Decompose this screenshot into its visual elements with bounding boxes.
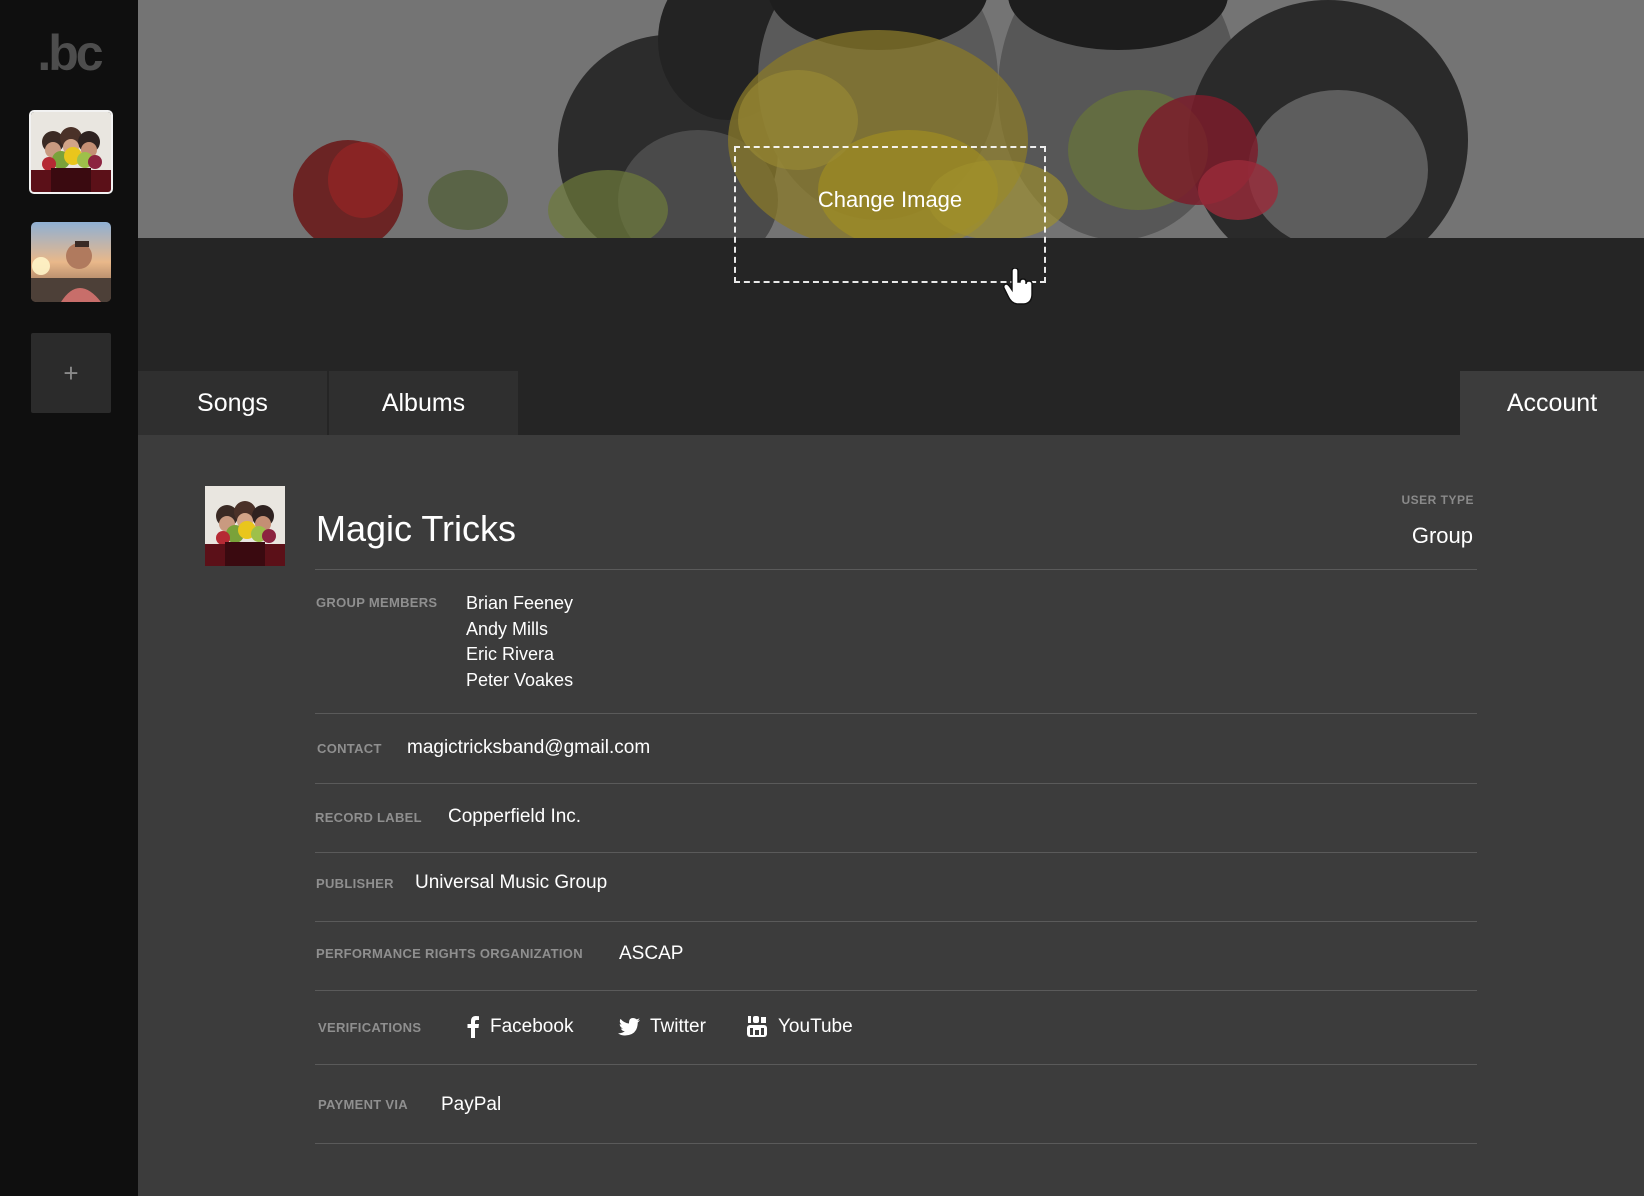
group-member[interactable]: Eric Rivera [466, 642, 573, 668]
divider [315, 1143, 1477, 1144]
twitter-icon [618, 1018, 640, 1036]
tab-account[interactable]: Account [1460, 371, 1644, 435]
divider [315, 1064, 1477, 1065]
group-member[interactable]: Brian Feeney [466, 591, 573, 617]
twitter-label: Twitter [650, 1016, 706, 1037]
avatar [205, 486, 285, 566]
group-members-list: Brian Feeney Andy Mills Eric Rivera Pete… [466, 591, 573, 693]
group-member[interactable]: Peter Voakes [466, 668, 573, 694]
payment-value[interactable]: PayPal [441, 1094, 501, 1116]
payment-label: PAYMENT VIA [318, 1097, 408, 1112]
facebook-label: Facebook [490, 1016, 574, 1037]
user-type-label: USER TYPE [1401, 493, 1474, 507]
record-label-label: RECORD LABEL [315, 810, 422, 825]
divider [315, 713, 1477, 714]
contact-value[interactable]: magictricksband@gmail.com [407, 737, 650, 759]
sidebar: .bc + [0, 0, 138, 1196]
group-members-label: GROUP MEMBERS [316, 595, 438, 610]
divider [315, 569, 1477, 570]
divider [315, 990, 1477, 991]
person-photo-thumb [31, 222, 111, 302]
add-profile-button[interactable]: + [31, 333, 111, 413]
publisher-value[interactable]: Universal Music Group [415, 872, 607, 894]
record-label-value[interactable]: Copperfield Inc. [448, 806, 581, 828]
publisher-label: PUBLISHER [316, 876, 394, 891]
youtube-icon [747, 1016, 767, 1037]
divider [315, 921, 1477, 922]
app-root: .bc + Change Image Songs Albums Account … [0, 0, 1644, 1196]
pro-value[interactable]: ASCAP [619, 943, 683, 965]
pro-label: PERFORMANCE RIGHTS ORGANIZATION [316, 946, 583, 961]
change-image-label: Change Image [817, 186, 963, 212]
hand-pointer-icon [1003, 268, 1033, 305]
sidebar-profile-second[interactable] [31, 222, 111, 302]
tab-bar: Songs Albums Account [138, 371, 1644, 435]
tab-albums[interactable]: Albums [329, 371, 518, 435]
divider [315, 852, 1477, 853]
group-member[interactable]: Andy Mills [466, 617, 573, 643]
verifications-label: VERIFICATIONS [318, 1020, 422, 1035]
verification-youtube[interactable]: YouTube [746, 1014, 853, 1040]
verification-facebook[interactable]: Facebook [466, 1014, 573, 1040]
profile-name: Magic Tricks [316, 508, 517, 549]
contact-label: CONTACT [317, 741, 382, 756]
app-logo[interactable]: .bc [0, 24, 138, 82]
youtube-label: YouTube [778, 1016, 853, 1037]
verification-twitter[interactable]: Twitter [618, 1014, 706, 1040]
change-image-button[interactable]: Change Image [734, 146, 1046, 283]
band-avatar-image [205, 486, 285, 566]
sidebar-profile-magic-tricks[interactable] [29, 110, 113, 194]
tab-songs[interactable]: Songs [138, 371, 327, 435]
divider [315, 783, 1477, 784]
band-photo-thumb [31, 112, 111, 192]
user-type-value[interactable]: Group [1412, 523, 1473, 549]
facebook-icon [467, 1016, 479, 1038]
